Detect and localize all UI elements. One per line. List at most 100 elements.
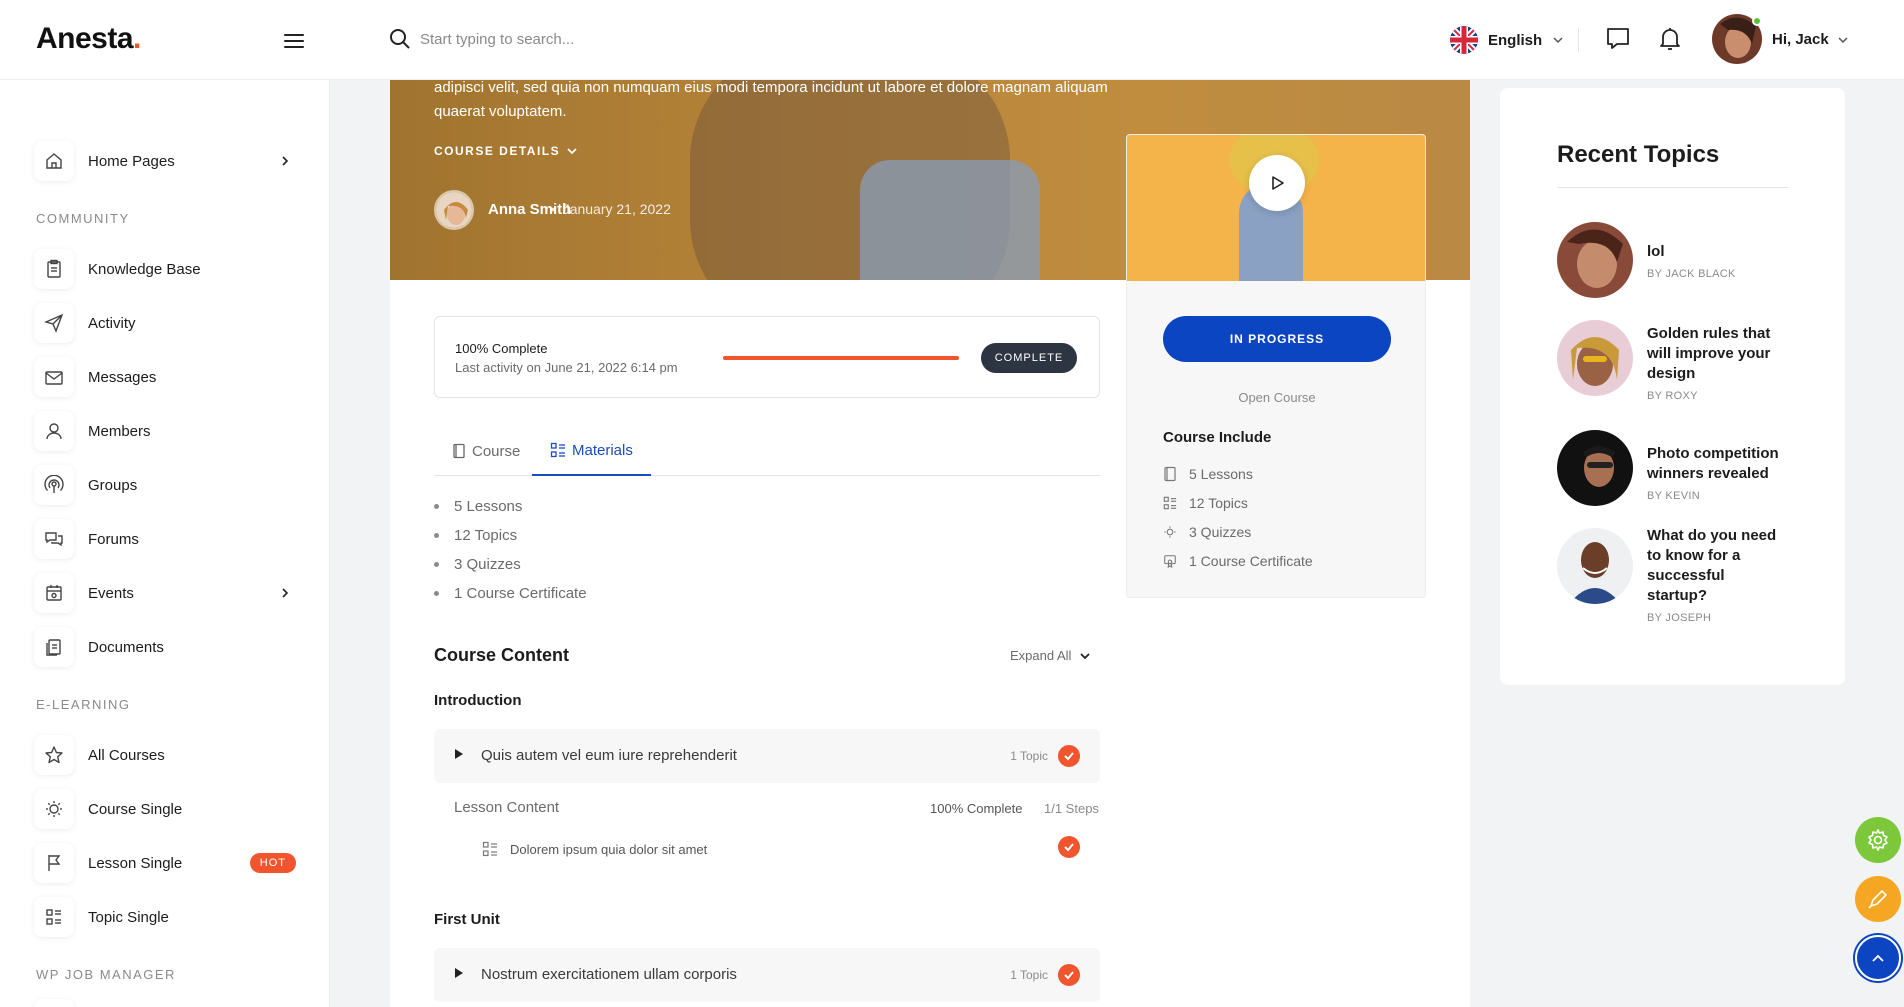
- settings-fab[interactable]: [1855, 817, 1901, 863]
- topic-author: BY KEVIN: [1647, 490, 1700, 502]
- recent-topic-item[interactable]: lol BY JACK BLACK: [1557, 222, 1807, 312]
- play-button[interactable]: [1249, 155, 1305, 211]
- sidebar-item-messages[interactable]: Messages: [34, 356, 296, 398]
- lesson-row[interactable]: Quis autem vel eum iure reprehenderit 1 …: [434, 729, 1100, 783]
- sidebar-item-members[interactable]: Members: [34, 410, 296, 452]
- recent-topic-item[interactable]: Golden rules that will improve your desi…: [1557, 320, 1807, 420]
- sidebar-item-partial[interactable]: [34, 998, 296, 1007]
- sidebar-item-forums[interactable]: Forums: [34, 518, 296, 560]
- check-icon: [1058, 836, 1080, 858]
- search-input[interactable]: [420, 24, 820, 54]
- lesson-content-label: Lesson Content: [454, 799, 560, 816]
- header-divider: [1578, 28, 1579, 52]
- sidebar: Home Pages COMMUNITY Knowledge Base Acti…: [0, 80, 330, 1007]
- broadcast-icon: [34, 465, 74, 505]
- divider: [1557, 187, 1788, 188]
- lesson-row[interactable]: Nostrum exercitationem ullam corporis 1 …: [434, 948, 1100, 1002]
- user-icon: [34, 411, 74, 451]
- topic-avatar: [1557, 528, 1633, 604]
- list-item: 5 Lessons: [434, 492, 587, 521]
- clipboard-icon: [34, 249, 74, 289]
- lesson-title: Nostrum exercitationem ullam corporis: [481, 966, 737, 983]
- include-item: 1 Course Certificate: [1163, 546, 1313, 575]
- sidebar-item-activity[interactable]: Activity: [34, 302, 296, 344]
- publish-date: • January 21, 2022: [550, 201, 671, 217]
- course-progress-box: 100% Complete Last activity on June 21, …: [434, 316, 1100, 398]
- include-item: 3 Quizzes: [1163, 517, 1313, 546]
- complete-button[interactable]: COMPLETE: [981, 343, 1077, 373]
- in-progress-button[interactable]: IN PROGRESS: [1163, 316, 1391, 362]
- topic-item[interactable]: Dolorem ipsum quia dolor sit amet: [482, 841, 707, 857]
- sidebar-item-events[interactable]: Events: [34, 572, 296, 614]
- flag-icon: [34, 843, 74, 883]
- course-video-thumbnail[interactable]: [1127, 135, 1425, 281]
- sidebar-item-course-single[interactable]: Course Single: [34, 788, 296, 830]
- documents-icon: [34, 627, 74, 667]
- sidebar-item-lesson-single[interactable]: Lesson Single HOT: [34, 842, 296, 884]
- uk-flag-icon: [1450, 26, 1478, 54]
- certificate-icon: [1164, 554, 1176, 568]
- sidebar-item-knowledge-base[interactable]: Knowledge Base: [34, 248, 296, 290]
- chat-bubbles-icon: [34, 519, 74, 559]
- author-avatar[interactable]: [434, 190, 474, 230]
- tab-materials[interactable]: Materials: [532, 426, 651, 476]
- language-selector[interactable]: English: [1450, 26, 1564, 54]
- tab-course[interactable]: Course: [434, 426, 538, 476]
- bell-icon[interactable]: [1658, 26, 1682, 52]
- user-menu[interactable]: Hi, Jack: [1772, 31, 1849, 48]
- recent-topic-item[interactable]: Photo competition winners revealed BY KE…: [1557, 430, 1807, 520]
- lesson-topic-count: 1 Topic: [1010, 968, 1048, 982]
- customize-fab[interactable]: [1855, 876, 1901, 922]
- home-icon: [34, 141, 74, 181]
- book-icon: [453, 443, 465, 459]
- bulb-icon: [34, 789, 74, 829]
- play-triangle-icon: [455, 968, 463, 978]
- menu-toggle-icon[interactable]: [284, 34, 304, 48]
- check-icon: [1058, 964, 1080, 986]
- sidebar-section-e-learning: E-LEARNING: [36, 697, 131, 712]
- bulb-icon: [1164, 525, 1176, 538]
- topic-author: BY JOSEPH: [1647, 612, 1712, 624]
- materials-list: 5 Lessons 12 Topics 3 Quizzes 1 Course C…: [434, 492, 587, 608]
- chevron-up-icon: [1872, 954, 1884, 962]
- chat-icon[interactable]: [1605, 26, 1631, 52]
- online-status-dot: [1752, 16, 1762, 26]
- topic-title: Golden rules that will improve your desi…: [1647, 325, 1771, 382]
- recent-topics-title: Recent Topics: [1557, 141, 1720, 168]
- sidebar-item-documents[interactable]: Documents: [34, 626, 296, 668]
- course-tabs: Course Materials: [434, 426, 1100, 476]
- grid-list-icon: [1163, 496, 1177, 509]
- sidebar-item-all-courses[interactable]: All Courses: [34, 734, 296, 776]
- logo[interactable]: Anesta.: [36, 22, 141, 56]
- progress-bar: [723, 356, 959, 360]
- check-icon: [1058, 745, 1080, 767]
- sidebar-item-topic-single[interactable]: Topic Single: [34, 896, 296, 938]
- chevron-down-icon: [1553, 37, 1563, 44]
- chevron-down-icon: [567, 148, 577, 155]
- paper-plane-icon: [34, 303, 74, 343]
- topic-author: BY ROXY: [1647, 390, 1698, 402]
- recent-topic-item[interactable]: What do you need to know for a successfu…: [1557, 527, 1807, 638]
- topic-title: Photo competition winners revealed: [1647, 445, 1779, 482]
- star-icon: [34, 735, 74, 775]
- lesson-title: Quis autem vel eum iure reprehenderit: [481, 747, 737, 764]
- expand-all-button[interactable]: Expand All: [1010, 648, 1091, 663]
- course-details-toggle[interactable]: COURSE DETAILS: [434, 144, 578, 158]
- list-item: 12 Topics: [434, 521, 587, 550]
- search-icon: [390, 29, 410, 49]
- topic-title: lol: [1647, 243, 1665, 260]
- course-include-title: Course Include: [1163, 429, 1272, 446]
- grid-list-icon: [550, 442, 565, 458]
- open-course-link[interactable]: Open Course: [1127, 390, 1425, 405]
- lesson-topic-count: 1 Topic: [1010, 749, 1048, 763]
- chevron-right-icon: [282, 156, 289, 166]
- grid-list-icon: [482, 841, 497, 857]
- sidebar-item-groups[interactable]: Groups: [34, 464, 296, 506]
- scroll-top-fab[interactable]: [1855, 935, 1901, 981]
- briefcase-icon: [34, 999, 74, 1007]
- grid-list-icon: [34, 897, 74, 937]
- course-description: adipisci velit, sed quia non numquam eiu…: [434, 80, 1108, 120]
- sidebar-item-home-pages[interactable]: Home Pages: [34, 140, 296, 182]
- topic-avatar: [1557, 222, 1633, 298]
- topic-title: What do you need to know for a successfu…: [1647, 527, 1777, 604]
